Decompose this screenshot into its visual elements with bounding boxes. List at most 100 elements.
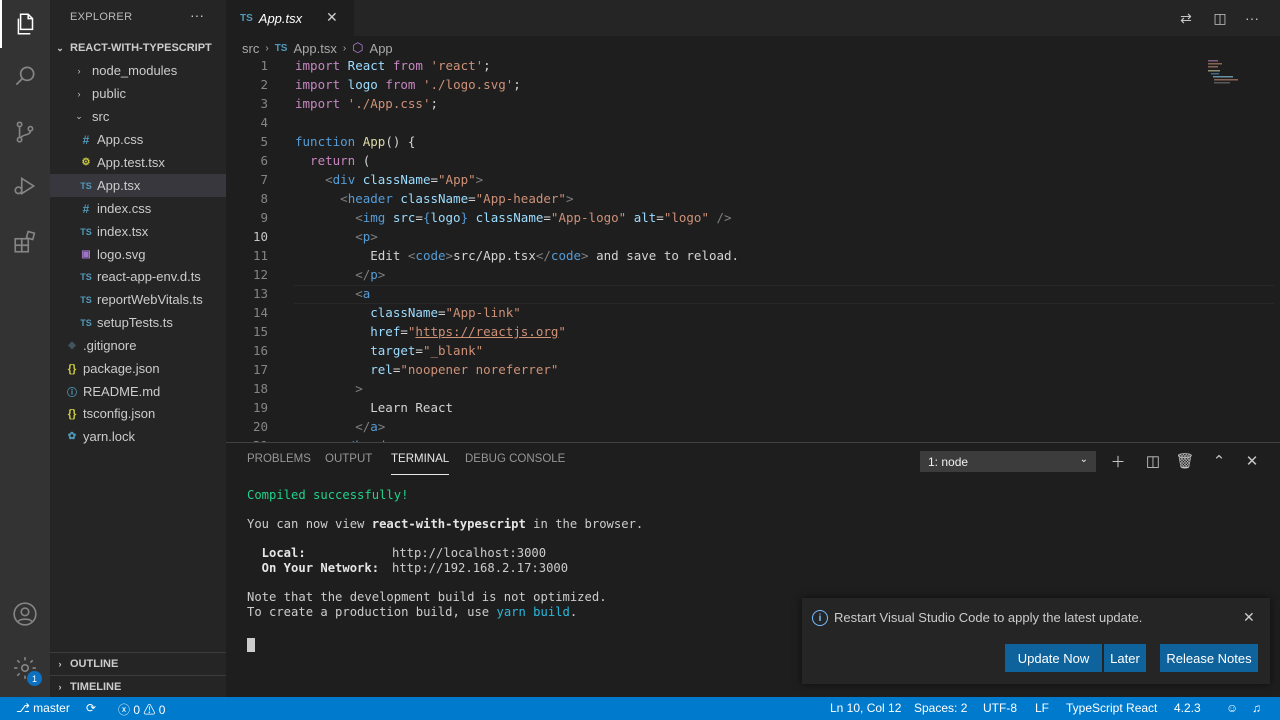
notifications-bell-icon[interactable]: ♫ — [1252, 701, 1261, 715]
line-ending[interactable]: LF — [1035, 701, 1049, 715]
network-url[interactable]: http://192.168.2.17:3000 — [392, 561, 568, 575]
account-icon[interactable] — [0, 590, 50, 638]
code-line[interactable]: 19 Learn React — [226, 400, 1226, 419]
chevron-down-icon: ⌄ — [56, 42, 64, 53]
feedback-icon[interactable]: ☺ — [1226, 701, 1238, 715]
breadcrumb-file[interactable]: App.tsx — [293, 41, 336, 56]
split-terminal-icon[interactable]: ◫ — [1143, 451, 1163, 471]
tree-item[interactable]: › public — [50, 82, 226, 105]
tree-item[interactable]: TS react-app-env.d.ts — [50, 265, 226, 288]
code-line[interactable]: 10 <p> — [226, 229, 1226, 248]
compiled-message: Compiled successfully! — [247, 488, 409, 502]
chevron-down-icon: ⌄ — [75, 111, 83, 121]
timeline-section[interactable]: › TIMELINE — [50, 675, 226, 697]
maximize-panel-icon[interactable]: ⌃ — [1209, 451, 1229, 471]
more-actions-icon[interactable]: ··· — [190, 7, 204, 23]
tree-item[interactable]: TS reportWebVitals.ts — [50, 288, 226, 311]
code-line[interactable]: 7 <div className="App"> — [226, 172, 1226, 191]
tree-item[interactable]: › node_modules — [50, 59, 226, 82]
tree-item[interactable]: ⌄ src — [50, 105, 226, 128]
chevron-right-icon: › — [342, 42, 347, 54]
code-line[interactable]: 18 > — [226, 381, 1226, 400]
outline-section[interactable]: › OUTLINE — [50, 652, 226, 674]
terminal-select-value: 1: node — [928, 454, 969, 469]
search-icon[interactable] — [0, 52, 50, 100]
open-changes-icon[interactable]: ⇄ — [1176, 8, 1196, 28]
code-line[interactable]: 6 return ( — [226, 153, 1226, 172]
terminal-select[interactable]: 1: node ⌄ — [920, 451, 1096, 472]
kill-terminal-icon[interactable]: 🗑 — [1175, 451, 1195, 471]
indentation[interactable]: Spaces: 2 — [914, 701, 967, 715]
terminal-line: Compiled successfully! — [247, 488, 408, 502]
code-line[interactable]: 15 href="https://reactjs.org" — [226, 324, 1226, 343]
project-root-header[interactable]: ⌄ REACT-WITH-TYPESCRIPT — [50, 37, 226, 59]
branch-indicator[interactable]: ⎇ master — [16, 701, 70, 715]
tab-app-tsx[interactable]: TS App.tsx ✕ — [226, 0, 354, 36]
tree-item[interactable]: ⚙ App.test.tsx — [50, 151, 226, 174]
release-notes-button[interactable]: Release Notes — [1160, 644, 1258, 672]
tree-item[interactable]: ✿ yarn.lock — [50, 425, 226, 448]
tree-item[interactable]: # index.css — [50, 197, 226, 220]
tree-item[interactable]: ⓘ README.md — [50, 380, 226, 403]
local-url[interactable]: http://localhost:3000 — [392, 546, 546, 560]
source-control-icon[interactable] — [0, 108, 50, 156]
settings-gear-icon[interactable]: 1 — [0, 644, 50, 692]
tree-item[interactable]: TS index.tsx — [50, 220, 226, 243]
code-line[interactable]: 14 className="App-link" — [226, 305, 1226, 324]
code-line[interactable]: 16 target="_blank" — [226, 343, 1226, 362]
new-terminal-icon[interactable]: ＋ — [1108, 451, 1128, 471]
code-line[interactable]: 2 import logo from './logo.svg'; — [226, 77, 1226, 96]
breadcrumb-symbol[interactable]: App — [370, 41, 393, 56]
more-actions-icon[interactable]: ··· — [1242, 8, 1262, 28]
code-line[interactable]: 11 Edit <code>src/App.tsx</code> and sav… — [226, 248, 1226, 267]
view-text-post: in the browser. — [525, 517, 644, 531]
error-icon: ⓧ — [118, 703, 134, 717]
yarn-file-icon: ✿ — [67, 431, 77, 442]
tab-terminal[interactable]: TERMINAL — [391, 453, 450, 475]
close-panel-icon[interactable]: ✕ — [1242, 451, 1262, 471]
code-line[interactable]: 9 <img src={logo} className="App-logo" a… — [226, 210, 1226, 229]
code-line[interactable]: 12 </p> — [226, 267, 1226, 286]
language-mode[interactable]: TypeScript React — [1066, 701, 1157, 715]
code-line[interactable]: 20 </a> — [226, 419, 1226, 438]
code-line[interactable]: 17 rel="noopener noreferrer" — [226, 362, 1226, 381]
code-line[interactable]: 4 — [226, 115, 1226, 134]
tree-item[interactable]: TS App.tsx — [50, 174, 226, 197]
cursor-position[interactable]: Ln 10, Col 12 — [830, 701, 901, 715]
tree-item[interactable]: {} package.json — [50, 357, 226, 380]
close-notification-icon[interactable]: ✕ — [1243, 609, 1255, 626]
tree-item[interactable]: {} tsconfig.json — [50, 402, 226, 425]
close-tab-icon[interactable]: ✕ — [326, 9, 338, 26]
ts-file-icon: TS — [274, 42, 288, 54]
tree-item[interactable]: ▣ logo.svg — [50, 243, 226, 266]
tree-item-label: tsconfig.json — [83, 406, 156, 421]
run-debug-icon[interactable] — [0, 162, 50, 210]
warning-icon: ⚠ — [140, 703, 159, 717]
code-line[interactable]: 8 <header className="App-header"> — [226, 191, 1226, 210]
explorer-icon[interactable] — [0, 0, 50, 48]
tree-item[interactable]: ◆ .gitignore — [50, 334, 226, 357]
breadcrumb-folder[interactable]: src — [242, 41, 259, 56]
encoding[interactable]: UTF-8 — [983, 701, 1017, 715]
code-line[interactable]: 5 function App() { — [226, 134, 1226, 153]
code-line[interactable]: 1 import React from 'react'; — [226, 58, 1226, 77]
tab-problems[interactable]: PROBLEMS — [247, 453, 311, 475]
problems-indicator[interactable]: ⓧ 0 ⚠ 0 — [118, 701, 165, 718]
tree-item-label: yarn.lock — [83, 429, 136, 444]
tab-output[interactable]: OUTPUT — [325, 453, 372, 475]
ts-version[interactable]: 4.2.3 — [1174, 701, 1201, 715]
update-notification: i Restart Visual Studio Code to apply th… — [802, 598, 1270, 684]
extensions-icon[interactable] — [0, 218, 50, 266]
code-editor[interactable]: 1 import React from 'react'; 2 import logo… — [226, 58, 1280, 442]
code-line[interactable]: 13 <a — [226, 286, 1226, 305]
update-now-button[interactable]: Update Now — [1005, 644, 1102, 672]
tab-debug-console[interactable]: DEBUG CONSOLE — [465, 453, 565, 475]
minimap[interactable] — [1208, 60, 1238, 84]
code-line[interactable]: 3 import './App.css'; — [226, 96, 1226, 115]
sync-icon[interactable]: ⟳ — [86, 701, 96, 715]
terminal-cursor — [247, 638, 255, 652]
split-editor-icon[interactable]: ◫ — [1210, 8, 1230, 28]
tree-item[interactable]: TS setupTests.ts — [50, 311, 226, 334]
later-button[interactable]: Later — [1104, 644, 1146, 672]
tree-item[interactable]: # App.css — [50, 128, 226, 151]
